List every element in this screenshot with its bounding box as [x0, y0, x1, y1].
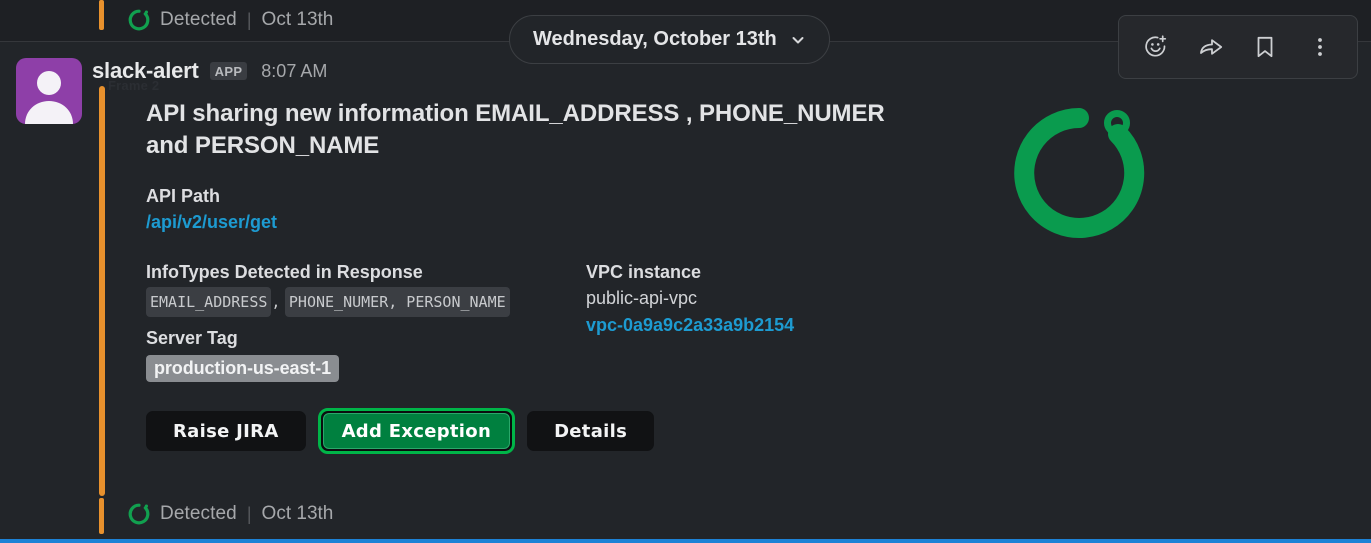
message-hover-toolbar: [1118, 15, 1358, 79]
chevron-down-icon: [790, 32, 806, 48]
save-for-later-button[interactable]: [1243, 25, 1287, 69]
infotypes-field: InfoTypes Detected in Response EMAIL_ADD…: [146, 260, 566, 317]
infotypes-chip-row: EMAIL_ADDRESS, PHONE_NUMER, PERSON_NAME: [146, 287, 566, 317]
app-badge: APP: [209, 62, 248, 80]
add-exception-button[interactable]: Add Exception: [322, 413, 511, 449]
previous-status-separator: |: [246, 9, 252, 30]
attachment-accent-bar-bottom: [99, 498, 104, 534]
server-tag-label: Server Tag: [146, 328, 238, 348]
emoji-plus-icon: [1143, 34, 1169, 60]
message-timestamp[interactable]: 8:07 AM: [261, 61, 327, 82]
frame-watermark: Frame 2: [108, 78, 160, 93]
green-ring-logo-icon: [1004, 100, 1154, 242]
more-actions-button[interactable]: [1298, 25, 1342, 69]
api-path-field: API Path /api/v2/user/get: [146, 184, 946, 236]
infotypes-label: InfoTypes Detected in Response: [146, 262, 423, 282]
infotype-chip: EMAIL_ADDRESS: [146, 287, 272, 317]
previous-status-line: Detected | Oct 13th: [99, 8, 333, 32]
server-tag-chip: production-us-east-1: [146, 355, 340, 382]
add-exception-focus-ring: Add Exception: [317, 408, 516, 454]
footer-status-separator: |: [246, 503, 252, 524]
forward-message-button[interactable]: [1189, 25, 1233, 69]
person-avatar-icon: [16, 58, 82, 124]
infotype-separator: ,: [271, 293, 281, 311]
vpc-id-link[interactable]: vpc-0a9a9c2a33a9b2154: [586, 312, 794, 339]
vpc-name: public-api-vpc: [586, 288, 698, 308]
infotype-chip: PHONE_NUMER, PERSON_NAME: [284, 287, 510, 317]
api-path-label: API Path: [146, 186, 221, 206]
footer-status-text: Detected: [160, 503, 237, 524]
slack-message-view: Detected | Oct 13th Wednesday, October 1…: [0, 0, 1371, 543]
share-arrow-icon: [1198, 34, 1224, 60]
alert-title: API sharing new information EMAIL_ADDRES…: [146, 100, 885, 159]
vpc-label: VPC instance: [586, 262, 702, 282]
attachment-accent-bar-top: [99, 0, 104, 30]
green-ring-icon: [127, 8, 151, 32]
server-tag-field: Server Tag production-us-east-1: [146, 326, 340, 382]
date-divider-pill[interactable]: Wednesday, October 13th: [509, 15, 830, 64]
footer-status-date: Oct 13th: [261, 503, 334, 524]
alert-attachment: API sharing new information EMAIL_ADDRES…: [146, 98, 946, 454]
message-footer: Detected | Oct 13th: [99, 498, 559, 534]
api-path-link[interactable]: /api/v2/user/get: [146, 209, 277, 236]
previous-status-date: Oct 13th: [261, 9, 334, 30]
bottom-accent-bar: [0, 539, 1371, 543]
date-divider-label: Wednesday, October 13th: [533, 28, 777, 50]
kebab-menu-icon: [1307, 34, 1333, 60]
add-reaction-button[interactable]: [1134, 25, 1178, 69]
attachment-actions: Raise JIRA Add Exception Details: [146, 408, 655, 454]
raise-jira-button[interactable]: Raise JIRA: [146, 411, 306, 451]
avatar[interactable]: [16, 58, 82, 124]
green-ring-icon: [127, 502, 151, 526]
vpc-field: VPC instance public-api-vpc vpc-0a9a9c2a…: [586, 260, 916, 339]
footer-status-line: Detected | Oct 13th: [99, 502, 333, 526]
attachment-accent-bar: [99, 86, 105, 496]
bookmark-icon: [1252, 34, 1278, 60]
previous-status-text: Detected: [160, 9, 237, 30]
details-button[interactable]: Details: [527, 411, 655, 451]
previous-message-footer: Detected | Oct 13th: [99, 0, 519, 40]
